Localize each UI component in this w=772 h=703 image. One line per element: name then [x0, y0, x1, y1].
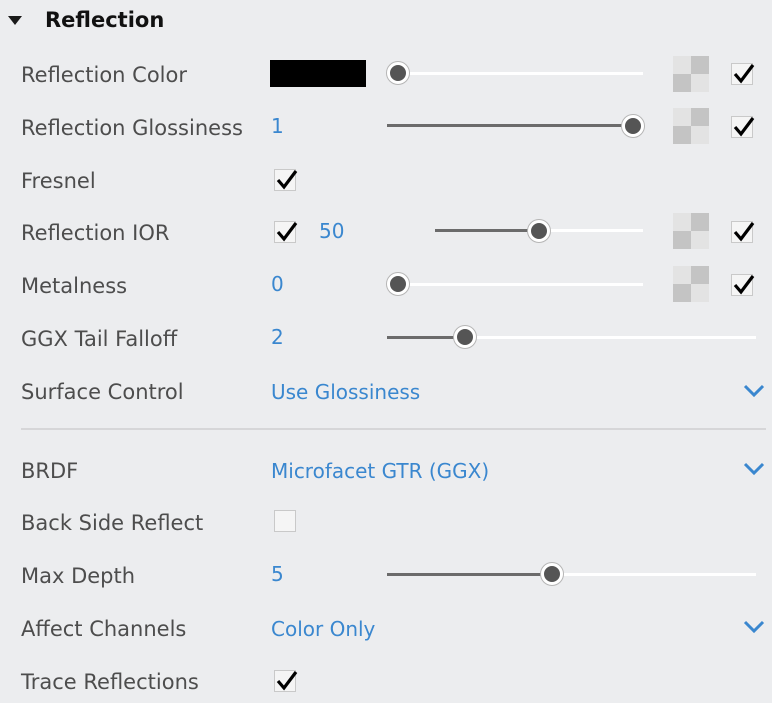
metalness-value[interactable]: 0 — [271, 270, 284, 298]
affect-channels-label: Affect Channels — [21, 617, 187, 641]
checkmark-icon — [733, 64, 755, 84]
trace-reflections-label: Trace Reflections — [21, 670, 199, 694]
fresnel-label: Fresnel — [21, 169, 96, 193]
surface-control-chevron-down-icon[interactable] — [743, 384, 765, 398]
max-depth-value[interactable]: 5 — [271, 560, 284, 588]
max-depth-slider-fill[interactable] — [387, 573, 552, 576]
checkmark-icon — [276, 222, 298, 242]
metalness-map-checkbox[interactable] — [731, 274, 755, 296]
reflection-glossiness-value[interactable]: 1 — [271, 112, 284, 140]
reflection-glossiness-texture-icon[interactable] — [673, 108, 709, 144]
divider — [21, 428, 766, 430]
collapse-arrow-icon[interactable] — [8, 16, 22, 25]
reflection-color-map-checkbox[interactable] — [731, 63, 755, 85]
reflection-color-label: Reflection Color — [21, 63, 187, 87]
brdf-label: BRDF — [21, 459, 79, 483]
checkmark-icon — [733, 275, 755, 295]
brdf-dropdown[interactable]: Microfacet GTR (GGX) — [271, 457, 489, 485]
back-side-reflect-checkbox[interactable] — [274, 510, 296, 532]
max-depth-label: Max Depth — [21, 564, 136, 588]
reflection-glossiness-map-checkbox[interactable] — [731, 116, 755, 138]
metalness-slider-track[interactable] — [396, 283, 643, 286]
ggx-tail-falloff-slider-knob[interactable] — [454, 326, 476, 348]
surface-control-label: Surface Control — [21, 380, 184, 404]
surface-control-dropdown[interactable]: Use Glossiness — [271, 378, 420, 406]
ggx-tail-falloff-slider-track[interactable] — [465, 336, 756, 339]
ggx-tail-falloff-value[interactable]: 2 — [271, 323, 284, 351]
max-depth-slider-knob[interactable] — [541, 563, 563, 585]
metalness-label: Metalness — [21, 274, 128, 298]
reflection-ior-slider-track[interactable] — [539, 229, 643, 232]
metalness-texture-icon[interactable] — [673, 266, 709, 302]
reflection-color-slider-track[interactable] — [396, 72, 643, 75]
ggx-tail-falloff-label: GGX Tail Falloff — [21, 327, 178, 351]
reflection-ior-slider-fill[interactable] — [435, 229, 539, 232]
metalness-slider-knob[interactable] — [387, 273, 409, 295]
reflection-color-swatch[interactable] — [270, 60, 366, 87]
max-depth-slider-track[interactable] — [552, 573, 756, 576]
reflection-ior-texture-icon[interactable] — [673, 213, 709, 249]
affect-channels-chevron-down-icon[interactable] — [743, 620, 765, 634]
reflection-color-slider-knob[interactable] — [387, 62, 409, 84]
checkmark-icon — [733, 117, 755, 137]
reflection-ior-slider-knob[interactable] — [528, 220, 550, 242]
checkmark-icon — [733, 222, 755, 242]
reflection-ior-map-checkbox[interactable] — [731, 221, 755, 243]
fresnel-checkbox[interactable] — [274, 169, 298, 191]
reflection-glossiness-slider-knob[interactable] — [622, 115, 644, 137]
brdf-chevron-down-icon[interactable] — [743, 462, 765, 476]
reflection-ior-value[interactable]: 50 — [319, 217, 344, 245]
checkmark-icon — [276, 170, 298, 190]
back-side-reflect-label: Back Side Reflect — [21, 511, 204, 535]
section-title[interactable]: Reflection — [45, 8, 164, 32]
trace-reflections-checkbox[interactable] — [274, 670, 298, 692]
reflection-glossiness-label: Reflection Glossiness — [21, 116, 243, 140]
reflection-ior-label: Reflection IOR — [21, 221, 170, 245]
reflection-ior-checkbox[interactable] — [274, 221, 298, 243]
checkmark-icon — [276, 671, 298, 691]
affect-channels-dropdown[interactable]: Color Only — [271, 615, 375, 643]
reflection-color-texture-icon[interactable] — [673, 56, 709, 92]
reflection-glossiness-slider-track[interactable] — [387, 124, 633, 127]
